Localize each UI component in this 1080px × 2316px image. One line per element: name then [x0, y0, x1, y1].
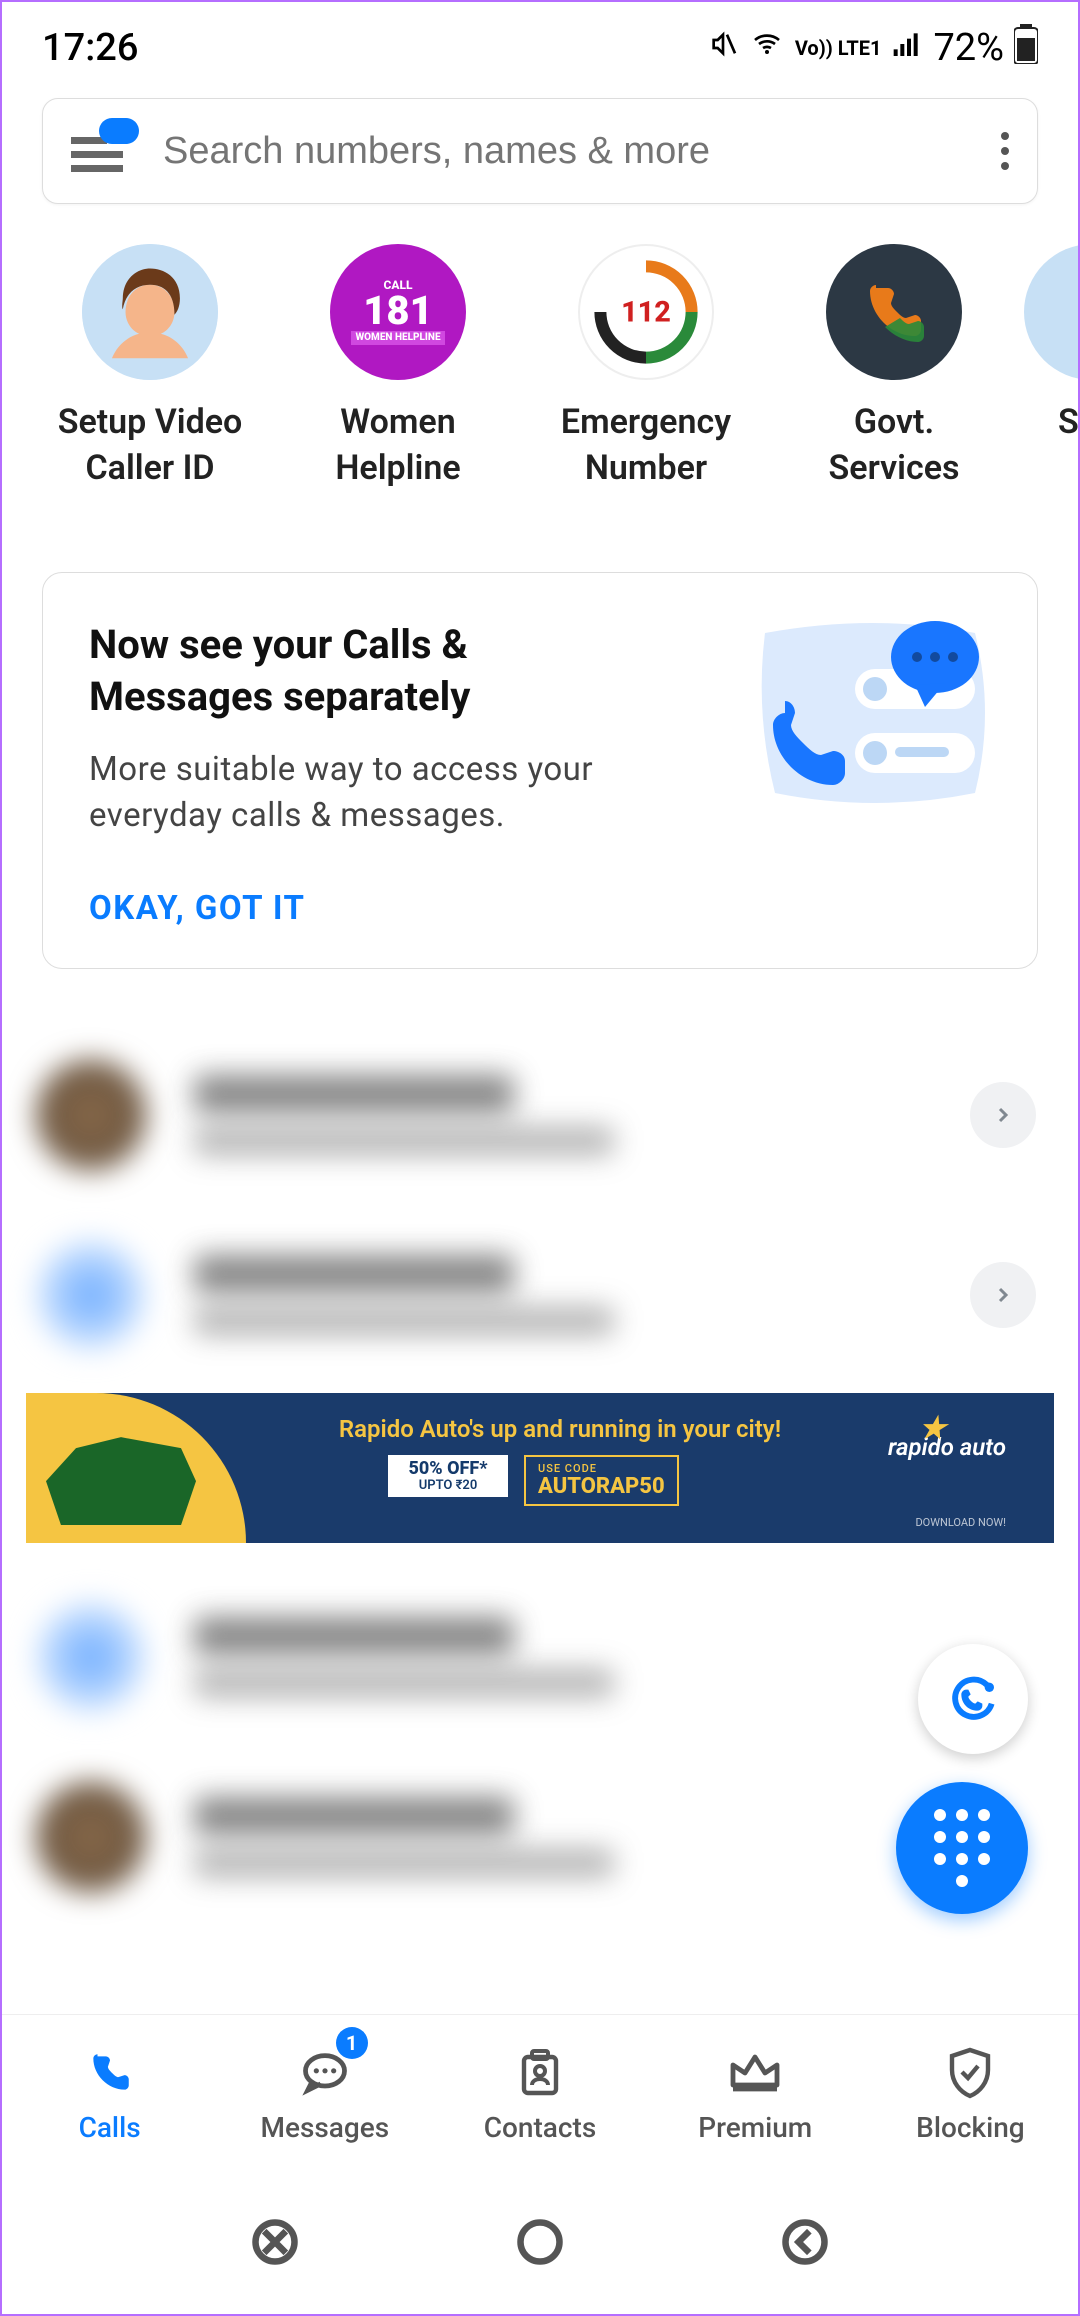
contact-avatar [36, 1602, 146, 1712]
fab-refresh[interactable] [918, 1644, 1028, 1754]
phone-refresh-icon [945, 1671, 1001, 1727]
ad-brand: rapido auto [888, 1433, 1006, 1461]
emergency-icon: 112 [578, 244, 714, 380]
status-time: 17:26 [42, 26, 138, 70]
dialpad-icon [934, 1809, 990, 1887]
info-title: Now see your Calls & Messages separately [89, 619, 649, 723]
avatar-icon [82, 244, 218, 380]
mute-icon [707, 28, 739, 68]
shortcut-label: Women Helpline [335, 400, 460, 492]
search-input[interactable] [163, 130, 1001, 173]
call-item[interactable] [2, 1205, 1078, 1385]
ad-fineprint: DOWNLOAD NOW! [915, 1516, 1006, 1529]
shield-icon [946, 2045, 994, 2101]
helpline-icon: CALL 181 WOMEN HELPLINE [330, 244, 466, 380]
info-subtitle: More suitable way to access your everyda… [89, 747, 649, 839]
ad-offer: 50% OFF*UPTO ₹20 [388, 1455, 508, 1497]
contact-avatar [36, 1060, 146, 1170]
phone-icon [826, 244, 962, 380]
nav-label: Messages [260, 2111, 389, 2144]
shortcut-video-caller-id[interactable]: Setup Video Caller ID [30, 244, 270, 492]
svg-text:112: 112 [621, 296, 671, 330]
contact-avatar [36, 1782, 146, 1892]
shortcut-govt-services[interactable]: Govt. Services [774, 244, 1014, 492]
phone-icon [85, 2045, 135, 2101]
call-item[interactable] [2, 1025, 1078, 1205]
shortcut-label: Setup Video Caller ID [58, 400, 243, 492]
ad-code: USE CODEAUTORAP50 [524, 1455, 679, 1506]
more-icon[interactable] [1001, 132, 1009, 170]
nav-label: Premium [698, 2111, 812, 2144]
nav-label: Contacts [484, 2111, 597, 2144]
shortcut-emergency-number[interactable]: 112 Emergency Number [526, 244, 766, 492]
nav-blocking[interactable]: Blocking [863, 2015, 1078, 2174]
shortcut-label: Sha [1058, 400, 1078, 446]
calls-messages-graphic [745, 613, 1005, 823]
bottom-nav: Calls 1 Messages Contacts Premium Blocki… [2, 2014, 1078, 2174]
shortcut-partial[interactable]: Sha [1022, 244, 1078, 492]
okay-got-it-button[interactable]: OKAY, GOT IT [89, 889, 991, 928]
contacts-icon [516, 2045, 564, 2101]
call-list[interactable] [2, 1025, 1078, 1385]
chevron-right-icon[interactable] [970, 1082, 1036, 1148]
signal-icon [891, 28, 923, 68]
crown-icon [727, 2045, 783, 2101]
wifi-icon [749, 28, 785, 68]
ad-headline: Rapido Auto's up and running in your cit… [266, 1415, 854, 1443]
nav-contacts[interactable]: Contacts [432, 2015, 647, 2174]
nav-premium[interactable]: Premium [648, 2015, 863, 2174]
partial-circle [1024, 244, 1078, 380]
home-button[interactable] [514, 2216, 566, 2272]
recents-button[interactable] [249, 2216, 301, 2272]
nav-calls[interactable]: Calls [2, 2015, 217, 2174]
network-label: Vo)) LTE1 [795, 39, 882, 57]
status-right: Vo)) LTE1 72% [707, 24, 1038, 72]
menu-icon[interactable] [71, 126, 131, 176]
search-bar[interactable] [42, 98, 1038, 204]
back-button[interactable] [779, 2216, 831, 2272]
ad-banner[interactable]: Rapido Auto's up and running in your cit… [26, 1393, 1054, 1543]
call-item[interactable] [2, 1567, 1078, 1747]
shortcuts-row[interactable]: Setup Video Caller ID CALL 181 WOMEN HEL… [2, 204, 1078, 492]
system-nav [2, 2174, 1078, 2314]
shortcut-label: Emergency Number [561, 400, 731, 492]
shortcut-label: Govt. Services [829, 400, 960, 492]
notification-dot-icon [99, 118, 139, 144]
nav-label: Calls [79, 2111, 141, 2144]
info-card: Now see your Calls & Messages separately… [42, 572, 1038, 969]
status-bar: 17:26 Vo)) LTE1 72% [2, 2, 1078, 82]
contact-avatar [36, 1240, 146, 1350]
badge: 1 [336, 2027, 368, 2059]
battery-percent: 72% [933, 26, 1004, 70]
chevron-right-icon[interactable] [970, 1262, 1036, 1328]
battery-icon [1014, 24, 1038, 72]
nav-messages[interactable]: 1 Messages [217, 2015, 432, 2174]
fab-dialpad[interactable] [896, 1782, 1028, 1914]
shortcut-women-helpline[interactable]: CALL 181 WOMEN HELPLINE Women Helpline [278, 244, 518, 492]
nav-label: Blocking [916, 2111, 1025, 2144]
